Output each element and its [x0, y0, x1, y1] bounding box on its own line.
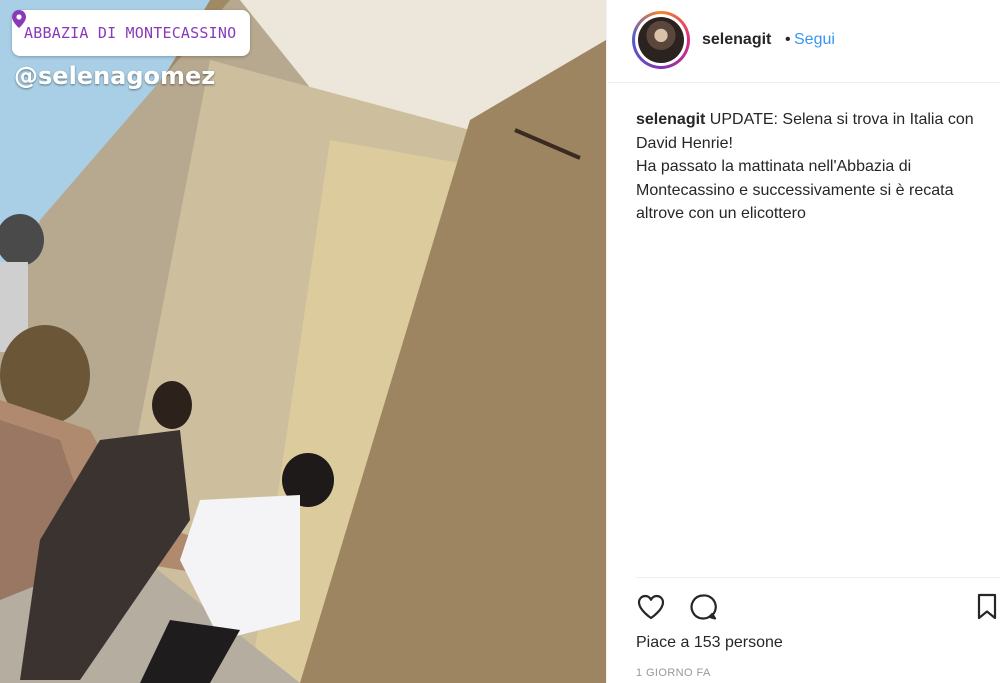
header-username[interactable]: selenagit: [702, 31, 771, 49]
separator-dot: •: [785, 31, 791, 48]
location-sticker[interactable]: ABBAZIA DI MONTECASSINO: [12, 10, 251, 56]
comment-icon[interactable]: [688, 592, 718, 622]
bookmark-icon[interactable]: [974, 592, 1000, 622]
like-heart-icon[interactable]: [636, 592, 666, 622]
avatar[interactable]: [632, 11, 690, 69]
location-label: ABBAZIA DI MONTECASSINO: [24, 24, 237, 42]
caption-line-2: David Henrie!: [636, 134, 733, 152]
follow-button[interactable]: Segui: [794, 31, 835, 49]
caption-line-4: Montecassino e successivamente si è reca…: [636, 181, 954, 199]
caption-line-1: UPDATE: Selena si trova in Italia con: [705, 111, 974, 128]
location-pin-icon: [12, 10, 26, 28]
post-header: selenagit • Segui: [607, 0, 1000, 83]
panel-divider: [606, 0, 607, 683]
caption-line-3: Ha passato la mattinata nell'Abbazia di: [636, 158, 912, 175]
caption-line-5: altrove con un elicottero: [636, 205, 806, 222]
post-caption: selenagit UPDATE: Selena si trova in Ita…: [636, 108, 1000, 226]
photo-scene: [0, 0, 606, 683]
post-photo[interactable]: ABBAZIA DI MONTECASSINO @selenagomez: [0, 0, 606, 683]
post-timestamp[interactable]: 1 GIORNO FA: [636, 667, 711, 679]
actions-divider: [636, 577, 1000, 578]
mention-sticker[interactable]: @selenagomez: [14, 62, 215, 90]
selena-hair: [152, 381, 192, 429]
avatar-image: [638, 17, 684, 63]
caption-username[interactable]: selenagit: [636, 111, 705, 128]
likes-count[interactable]: Piace a 153 persone: [636, 634, 783, 652]
